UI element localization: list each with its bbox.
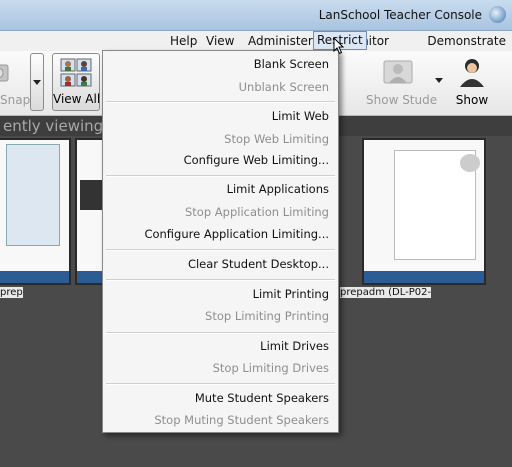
menu-bar: Demonstrate Monitor Restrict Administer … bbox=[0, 31, 512, 52]
menu-item-stop-application-limiting[interactable]: Stop Application Limiting bbox=[185, 205, 329, 219]
thumbnail-taskbar bbox=[364, 271, 484, 283]
menu-item-unblank-screen[interactable]: Unblank Screen bbox=[239, 80, 329, 94]
menu-item-configure-application-limiting[interactable]: Configure Application Limiting... bbox=[144, 227, 329, 241]
menu-item-limit-printing[interactable]: Limit Printing bbox=[253, 287, 329, 301]
app-logo-icon bbox=[489, 6, 506, 23]
thumbnail-label: prepadm (DL-P02- bbox=[340, 287, 432, 298]
menu-item-stop-limiting-printing[interactable]: Stop Limiting Printing bbox=[205, 309, 329, 323]
thumbnail-taskbar bbox=[0, 271, 69, 283]
show-dropdown-arrow[interactable] bbox=[435, 78, 443, 83]
menu-separator bbox=[106, 279, 335, 281]
menu-item-clear-student-desktop[interactable]: Clear Student Desktop... bbox=[188, 257, 329, 271]
menu-item-stop-web-limiting[interactable]: Stop Web Limiting bbox=[224, 132, 329, 146]
menu-help[interactable]: Help bbox=[170, 33, 197, 49]
thumbnail-globe-icon bbox=[460, 154, 480, 172]
thumbnail-label: prep bbox=[0, 287, 23, 298]
presenter-icon bbox=[456, 57, 488, 87]
thumbnail-window bbox=[6, 144, 60, 246]
menu-item-limit-web[interactable]: Limit Web bbox=[272, 109, 329, 123]
show-student-button[interactable]: Show Stude bbox=[366, 53, 438, 111]
title-bar: LanSchool Teacher Console bbox=[0, 0, 512, 31]
menu-separator bbox=[106, 249, 335, 251]
menu-separator bbox=[106, 101, 335, 103]
menu-item-configure-web-limiting[interactable]: Configure Web Limiting... bbox=[184, 153, 329, 167]
view-all-button[interactable]: View All bbox=[52, 53, 100, 111]
menu-administer[interactable]: Administer bbox=[248, 33, 313, 49]
menu-item-blank-screen[interactable]: Blank Screen bbox=[254, 57, 329, 71]
thumbnail-photo bbox=[80, 180, 102, 210]
show-button-label: Show bbox=[455, 93, 489, 107]
show-button[interactable]: Show bbox=[452, 53, 492, 111]
menu-item-stop-muting-student-speakers[interactable]: Stop Muting Student Speakers bbox=[154, 413, 329, 427]
show-student-icon bbox=[382, 57, 414, 87]
menu-item-limit-applications[interactable]: Limit Applications bbox=[227, 182, 329, 196]
menu-separator bbox=[106, 383, 335, 385]
menu-view[interactable]: View bbox=[206, 33, 234, 49]
menu-demonstrate[interactable]: Demonstrate bbox=[427, 33, 506, 49]
thumbnail-taskbar bbox=[77, 271, 102, 283]
view-all-button-label: View All bbox=[53, 92, 101, 106]
menu-item-mute-student-speakers[interactable]: Mute Student Speakers bbox=[195, 391, 329, 405]
menu-item-limit-drives[interactable]: Limit Drives bbox=[260, 339, 329, 353]
student-thumbnail[interactable] bbox=[0, 138, 71, 285]
student-thumbnail[interactable] bbox=[75, 138, 104, 285]
view-all-grid-icon bbox=[60, 58, 92, 88]
show-student-button-label: Show Stude bbox=[366, 93, 438, 107]
snapshot-button-label: Snap bbox=[0, 93, 31, 107]
menu-separator bbox=[106, 175, 335, 177]
student-thumbnail[interactable] bbox=[362, 138, 486, 285]
restrict-menu: Blank Screen Unblank Screen Limit Web St… bbox=[102, 50, 339, 433]
menu-separator bbox=[106, 332, 335, 334]
window-title: LanSchool Teacher Console bbox=[318, 8, 482, 22]
menu-item-stop-limiting-drives[interactable]: Stop Limiting Drives bbox=[213, 361, 329, 375]
camera-icon bbox=[0, 57, 22, 87]
view-all-dropdown[interactable] bbox=[30, 53, 44, 111]
snapshot-button[interactable]: Snap bbox=[0, 53, 31, 111]
view-all-dropdown-arrow bbox=[33, 80, 41, 85]
